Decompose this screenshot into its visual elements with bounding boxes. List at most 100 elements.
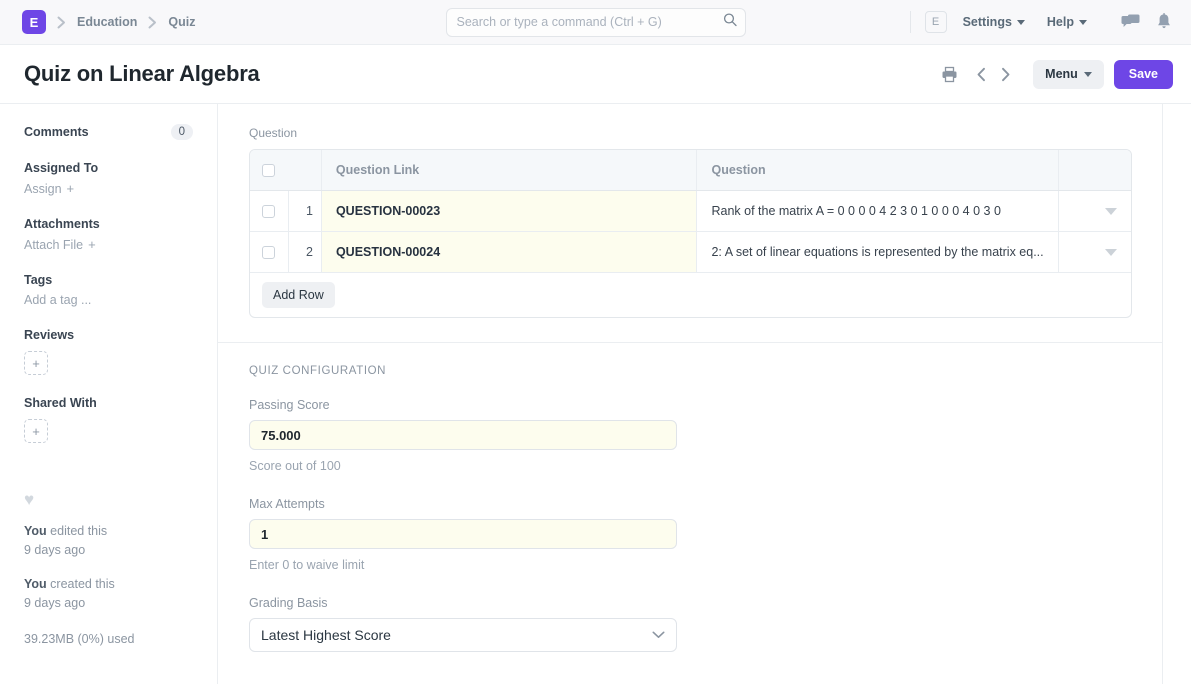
row-expand-cell bbox=[1059, 232, 1131, 272]
grading-basis-select-wrapper: Latest Highest Score bbox=[249, 618, 677, 652]
passing-score-help: Score out of 100 bbox=[249, 459, 341, 473]
activity-edited-action: edited this bbox=[46, 524, 108, 538]
heart-icon[interactable]: ♥ bbox=[24, 491, 193, 508]
table-row[interactable]: 2 QUESTION-00024 2: A set of linear equa… bbox=[250, 232, 1131, 273]
add-tag-input[interactable]: Add a tag ... bbox=[24, 293, 193, 307]
max-attempts-help: Enter 0 to waive limit bbox=[249, 558, 365, 572]
activity-edited-time: 9 days ago bbox=[24, 543, 86, 558]
grading-basis-select[interactable]: Latest Highest Score bbox=[249, 618, 677, 652]
add-tag-label: Add a tag ... bbox=[24, 293, 92, 307]
column-header-actions bbox=[1059, 150, 1131, 190]
activity-created-action: created this bbox=[46, 576, 115, 591]
navbar-center bbox=[445, 7, 746, 37]
max-attempts-label: Max Attempts bbox=[249, 497, 325, 511]
assign-button[interactable]: Assign + bbox=[24, 181, 193, 196]
row-checkbox[interactable] bbox=[262, 204, 275, 218]
question-section-label: Question bbox=[249, 126, 298, 140]
assign-label: Assign bbox=[24, 181, 62, 196]
chevron-down-icon-help bbox=[1079, 19, 1087, 25]
grid-footer: Add Row bbox=[250, 273, 1131, 317]
grading-basis-field: Grading Basis Latest Highest Score bbox=[249, 596, 1132, 652]
select-all-cell bbox=[250, 150, 322, 190]
main-content: Question Question Link Question 1 QUESTI… bbox=[218, 104, 1191, 684]
storage-usage: 39.23MB (0%) used bbox=[24, 631, 135, 646]
row-select-cell bbox=[250, 232, 289, 272]
passing-score-field: Passing Score Score out of 100 bbox=[249, 398, 1132, 473]
user-avatar[interactable]: E bbox=[924, 11, 947, 33]
breadcrumb-separator-icon bbox=[46, 16, 77, 29]
column-header-question-link[interactable]: Question Link bbox=[322, 150, 698, 190]
column-header-question[interactable]: Question bbox=[697, 150, 1060, 190]
reviews-label: Reviews bbox=[24, 328, 75, 342]
quiz-configuration-section: QUIZ CONFIGURATION Passing Score Score o… bbox=[218, 342, 1162, 676]
cell-question-link[interactable]: QUESTION-00024 bbox=[321, 232, 698, 272]
body: Comments 0 Assigned To Assign + Attachme… bbox=[0, 104, 1191, 684]
tags-label: Tags bbox=[24, 273, 53, 287]
save-button[interactable]: Save bbox=[1113, 59, 1173, 89]
sidebar-section-attachments: Attachments Attach File + bbox=[24, 217, 193, 252]
expand-row-icon[interactable] bbox=[1104, 248, 1117, 256]
chevron-down-icon bbox=[1016, 19, 1025, 25]
row-select-cell bbox=[250, 191, 289, 231]
activity-created-actor: You bbox=[24, 576, 47, 591]
grading-basis-label: Grading Basis bbox=[249, 596, 328, 610]
add-shared-user-button[interactable]: + bbox=[24, 419, 48, 443]
search-wrapper bbox=[445, 7, 746, 37]
sidebar-section-tags: Tags Add a tag ... bbox=[24, 273, 193, 307]
sidebar-section-reviews: Reviews + bbox=[24, 328, 193, 375]
row-index: 1 bbox=[289, 191, 322, 231]
activity-edited-line: You edited this bbox=[24, 522, 193, 541]
record-nav bbox=[969, 62, 1017, 86]
field-spacer-2 bbox=[249, 572, 1132, 596]
settings-dropdown[interactable]: Settings bbox=[963, 15, 1025, 29]
plus-icon-assign: + bbox=[66, 181, 75, 196]
navbar: E Education Quiz E Settings Help bbox=[0, 0, 1191, 45]
activity-edited: You edited this 9 days ago bbox=[24, 522, 193, 561]
chevron-down-icon-menu bbox=[1083, 71, 1092, 77]
attach-file-button[interactable]: Attach File + bbox=[24, 237, 193, 252]
help-dropdown[interactable]: Help bbox=[1047, 15, 1087, 29]
sidebar-section-comments[interactable]: Comments 0 bbox=[24, 124, 193, 140]
add-row-button[interactable]: Add Row bbox=[262, 282, 335, 308]
assigned-to-label: Assigned To bbox=[24, 161, 99, 175]
printer-icon[interactable] bbox=[937, 62, 961, 86]
max-attempts-input[interactable] bbox=[249, 519, 677, 549]
breadcrumb-item-quiz[interactable]: Quiz bbox=[168, 15, 195, 29]
field-spacer bbox=[249, 473, 1132, 497]
app-logo[interactable]: E bbox=[22, 10, 46, 34]
passing-score-label: Passing Score bbox=[249, 398, 330, 412]
chevron-left-icon[interactable] bbox=[969, 62, 993, 86]
expand-row-icon[interactable] bbox=[1104, 207, 1117, 215]
add-review-button[interactable]: + bbox=[24, 351, 48, 375]
attach-file-label: Attach File bbox=[24, 237, 84, 252]
menu-label: Menu bbox=[1045, 67, 1078, 81]
bell-icon[interactable] bbox=[1151, 9, 1177, 35]
navbar-left: E Education Quiz bbox=[22, 10, 196, 34]
chevron-right-icon[interactable] bbox=[993, 62, 1017, 86]
passing-score-input[interactable] bbox=[249, 420, 677, 450]
search-input[interactable] bbox=[445, 7, 746, 37]
navbar-right: E Settings Help bbox=[906, 9, 1177, 35]
select-all-checkbox[interactable] bbox=[262, 163, 275, 177]
plus-icon-attach: + bbox=[88, 237, 96, 252]
menu-button[interactable]: Menu bbox=[1033, 59, 1104, 89]
breadcrumb-item-education[interactable]: Education bbox=[77, 15, 137, 29]
quiz-configuration-title: QUIZ CONFIGURATION bbox=[249, 365, 387, 377]
row-checkbox[interactable] bbox=[262, 245, 275, 259]
cell-question-text[interactable]: 2: A set of linear equations is represen… bbox=[697, 232, 1060, 272]
max-attempts-field: Max Attempts Enter 0 to waive limit bbox=[249, 497, 1132, 572]
main-card: Question Question Link Question 1 QUESTI… bbox=[218, 104, 1163, 684]
breadcrumb-separator-icon-2 bbox=[137, 16, 168, 29]
question-section: Question Question Link Question 1 QUESTI… bbox=[218, 104, 1162, 342]
table-row[interactable]: 1 QUESTION-00023 Rank of the matrix A = … bbox=[250, 191, 1131, 232]
cell-question-link[interactable]: QUESTION-00023 bbox=[321, 191, 698, 231]
sidebar: Comments 0 Assigned To Assign + Attachme… bbox=[0, 104, 218, 684]
chat-icon[interactable] bbox=[1117, 9, 1143, 35]
row-index: 2 bbox=[289, 232, 322, 272]
navbar-divider bbox=[909, 11, 911, 33]
row-expand-cell bbox=[1059, 191, 1131, 231]
comments-count-badge: 0 bbox=[170, 124, 193, 140]
cell-question-text[interactable]: Rank of the matrix A = 0 0 0 0 4 2 3 0 1… bbox=[697, 191, 1060, 231]
page-title: Quiz on Linear Algebra bbox=[24, 61, 260, 86]
comments-label: Comments bbox=[24, 125, 89, 139]
